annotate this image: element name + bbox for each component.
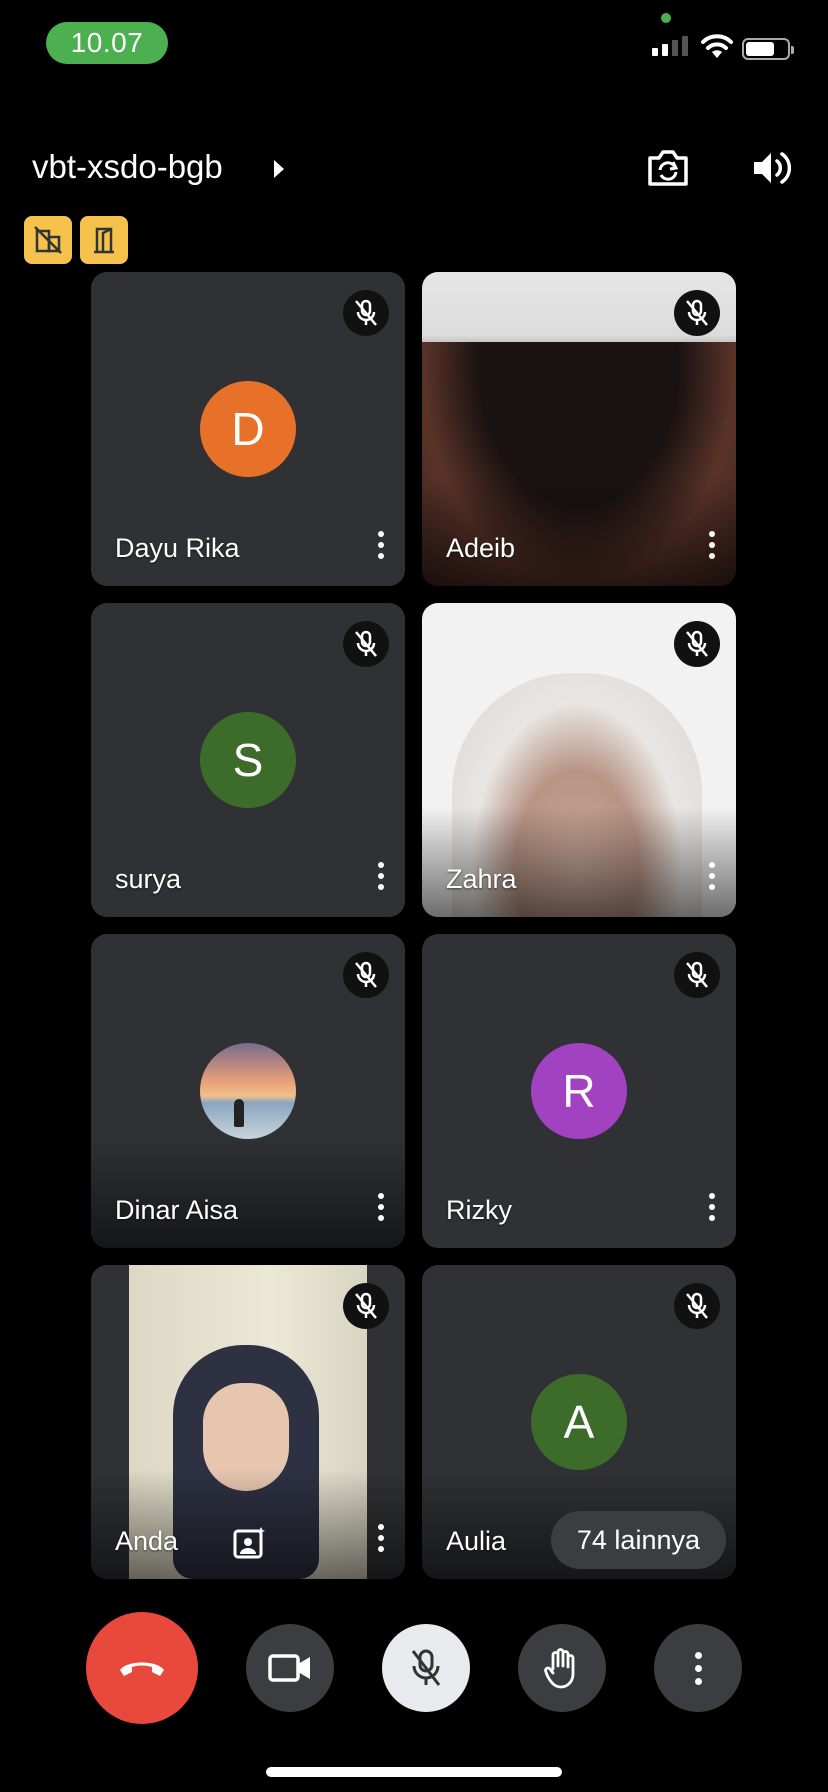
audio-output-button[interactable] xyxy=(748,144,796,192)
participant-name: Zahra xyxy=(446,864,517,894)
more-vert-icon[interactable] xyxy=(700,1188,724,1226)
mic-off-icon xyxy=(343,952,389,998)
camera-toggle-button[interactable] xyxy=(246,1624,334,1712)
battery-icon xyxy=(742,38,794,60)
switch-camera-icon xyxy=(648,150,688,186)
avatar-photo xyxy=(200,1043,296,1139)
others-count-button[interactable]: 74 lainnya xyxy=(550,1511,726,1569)
participant-tile-self[interactable]: Anda xyxy=(91,1265,405,1579)
speaker-icon xyxy=(754,152,792,184)
participant-tile[interactable]: D Dayu Rika xyxy=(91,272,405,586)
caret-right-icon[interactable] xyxy=(272,158,286,180)
mic-off-icon xyxy=(411,1649,441,1686)
participant-tile[interactable]: R Rizky xyxy=(422,934,736,1248)
home-indicator[interactable] xyxy=(266,1767,562,1777)
video-camera-icon xyxy=(268,1654,310,1682)
more-vert-icon[interactable] xyxy=(700,526,724,564)
avatar: S xyxy=(200,712,296,808)
mic-off-icon xyxy=(674,621,720,667)
more-vert-icon[interactable] xyxy=(369,1188,393,1226)
meeting-code[interactable]: vbt-xsdo-bgb xyxy=(32,148,223,186)
more-vert-icon[interactable] xyxy=(369,1519,393,1557)
host-controls-badge[interactable] xyxy=(24,216,72,264)
participant-name: Dayu Rika xyxy=(115,533,240,563)
participant-name: Anda xyxy=(115,1526,179,1556)
building-off-icon xyxy=(34,226,62,254)
participant-name: Adeib xyxy=(446,533,516,563)
raise-hand-button[interactable] xyxy=(518,1624,606,1712)
mic-off-icon xyxy=(343,621,389,667)
mic-off-icon xyxy=(343,1283,389,1329)
more-vert-icon[interactable] xyxy=(369,526,393,564)
more-vert-icon[interactable] xyxy=(700,857,724,895)
participant-name: Dinar Aisa xyxy=(115,1195,239,1225)
end-call-button[interactable] xyxy=(86,1612,198,1724)
door-icon xyxy=(94,227,114,254)
mic-off-icon xyxy=(343,290,389,336)
switch-camera-button[interactable] xyxy=(644,144,692,192)
status-time: 10.07 xyxy=(46,22,168,64)
participant-name: Aulia xyxy=(446,1526,507,1556)
wifi-icon xyxy=(701,34,733,58)
avatar: D xyxy=(200,381,296,477)
hand-icon xyxy=(544,1648,575,1689)
effects-icon[interactable] xyxy=(231,1525,267,1561)
door-badge[interactable] xyxy=(80,216,128,264)
participant-tile[interactable]: S surya xyxy=(91,603,405,917)
mic-off-icon xyxy=(674,290,720,336)
avatar: A xyxy=(531,1374,627,1470)
more-vert-icon[interactable] xyxy=(369,857,393,895)
participant-tile[interactable]: Dinar Aisa xyxy=(91,934,405,1248)
camera-in-use-indicator xyxy=(661,13,671,23)
mic-toggle-button[interactable] xyxy=(382,1624,470,1712)
mic-off-icon xyxy=(674,1283,720,1329)
cellular-signal-icon xyxy=(652,36,688,56)
more-options-button[interactable] xyxy=(654,1624,742,1712)
participant-tile[interactable]: A Aulia 74 lainnya xyxy=(422,1265,736,1579)
participant-name: Rizky xyxy=(446,1195,512,1225)
avatar: R xyxy=(531,1043,627,1139)
more-vert-icon xyxy=(694,1651,702,1685)
participant-name: surya xyxy=(115,864,182,894)
participant-tile[interactable]: Zahra xyxy=(422,603,736,917)
mic-off-icon xyxy=(674,952,720,998)
participant-tile[interactable]: Adeib xyxy=(422,272,736,586)
phone-hangup-icon xyxy=(120,1662,164,1676)
